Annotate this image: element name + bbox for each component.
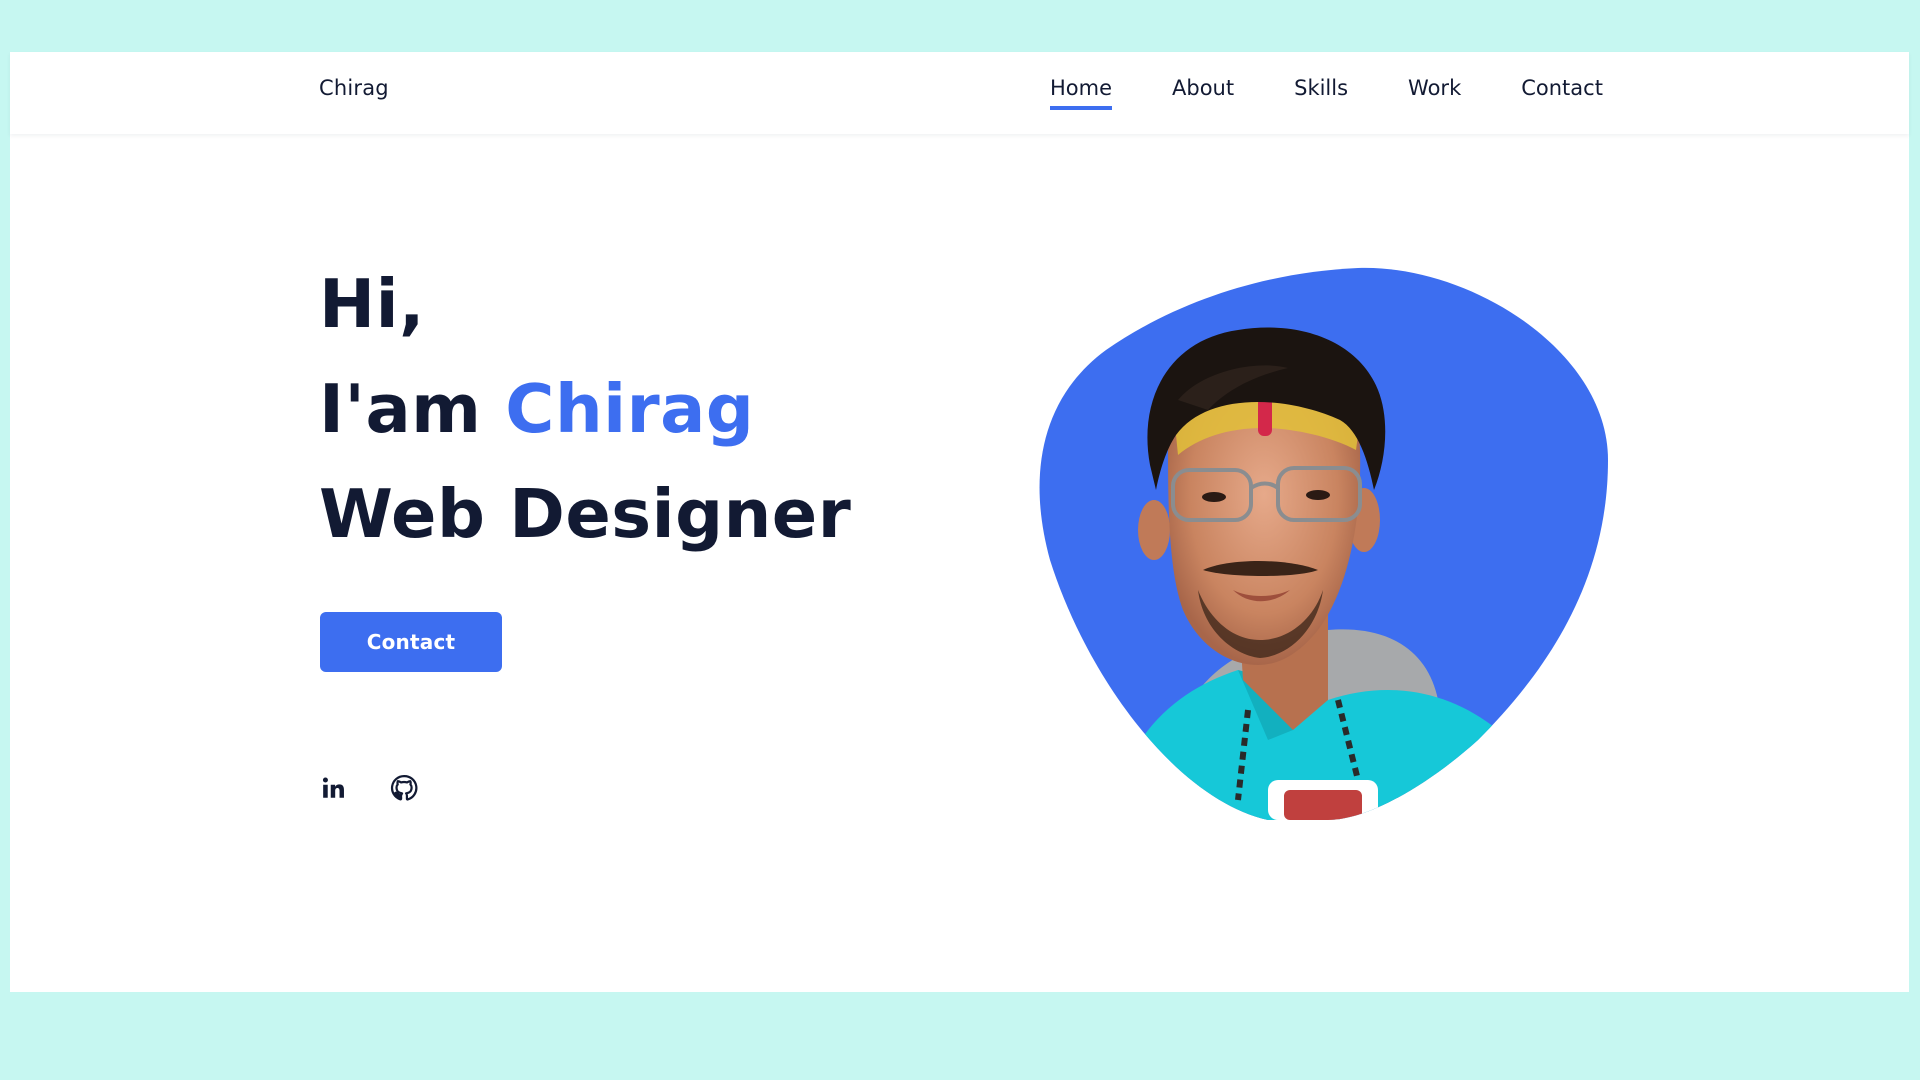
- hero-intro: I'am Chirag: [319, 357, 851, 462]
- hero-intro-prefix: I'am: [319, 370, 506, 448]
- hero-portrait: [1028, 260, 1618, 820]
- nav-home[interactable]: Home: [1050, 76, 1113, 110]
- nav-contact[interactable]: Contact: [1521, 76, 1603, 100]
- page: Chirag Home About Skills Work Contact Hi…: [10, 52, 1909, 992]
- nav-about[interactable]: About: [1172, 76, 1234, 100]
- site-logo[interactable]: Chirag: [319, 76, 389, 100]
- portrait-blob: [1039, 267, 1608, 820]
- linkedin-icon: [322, 777, 344, 798]
- navbar: Chirag Home About Skills Work Contact: [10, 52, 1909, 134]
- hero-heading: Hi, I'am Chirag Web Designer: [319, 252, 851, 567]
- nav-menu: Home About Skills Work Contact: [1050, 76, 1603, 110]
- contact-button[interactable]: Contact: [320, 612, 502, 672]
- linkedin-link[interactable]: [320, 774, 348, 802]
- hero-role: Web Designer: [319, 475, 852, 553]
- nav-skills[interactable]: Skills: [1294, 76, 1348, 100]
- social-links: [320, 774, 418, 802]
- hero-name: Chirag: [505, 370, 755, 448]
- github-icon: [390, 774, 418, 801]
- hero-greeting: Hi,: [319, 265, 425, 343]
- github-link[interactable]: [390, 774, 418, 802]
- nav-work[interactable]: Work: [1408, 76, 1461, 100]
